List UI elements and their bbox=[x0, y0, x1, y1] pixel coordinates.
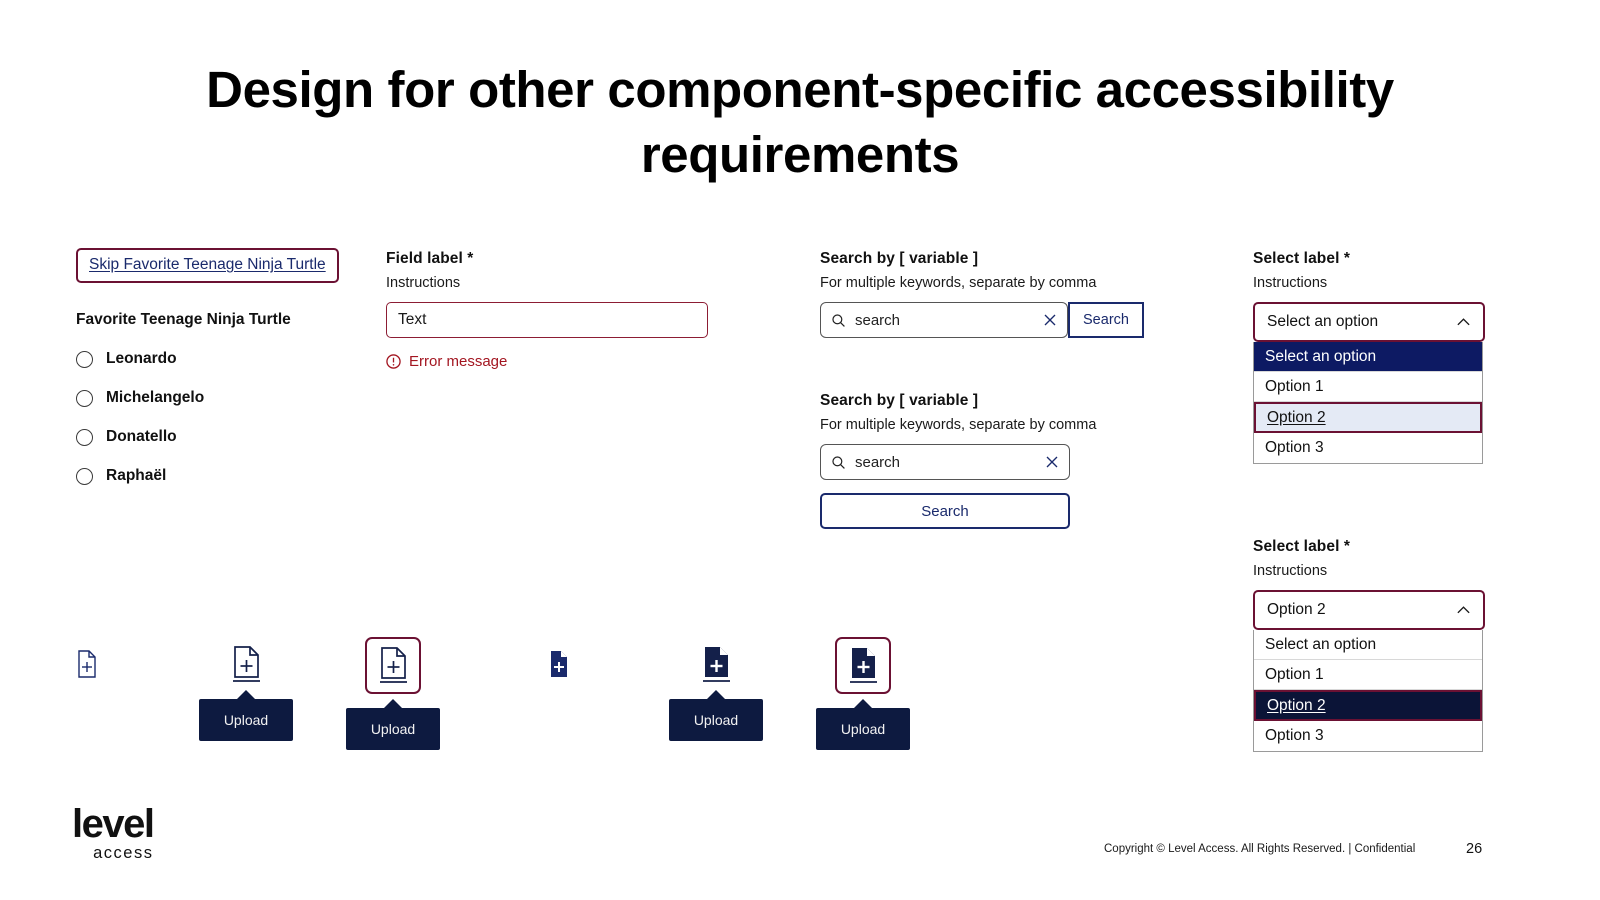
select-option[interactable]: Select an option bbox=[1254, 342, 1482, 372]
upload-icon-wrap bbox=[346, 637, 440, 694]
upload-button-outline-small[interactable] bbox=[76, 650, 98, 683]
radio-option-donatello[interactable]: Donatello bbox=[76, 428, 376, 446]
logo-wordmark: level bbox=[72, 802, 155, 846]
select-option[interactable]: Option 3 bbox=[1254, 433, 1482, 463]
select-option[interactable]: Option 1 bbox=[1254, 660, 1482, 690]
search-inline-label: Search by [ variable ] bbox=[820, 250, 979, 267]
radio-group-label: Favorite Teenage Ninja Turtle bbox=[76, 311, 291, 328]
page-title: Design for other component-specific acce… bbox=[206, 61, 1394, 183]
select-option[interactable]: Option 2 bbox=[1254, 402, 1482, 433]
select-first-section: Select label * Instructions Select an op… bbox=[1253, 250, 1493, 464]
upload-button-filled-small[interactable] bbox=[548, 650, 570, 683]
radio-circle-icon bbox=[76, 467, 93, 485]
upload-tooltip: Upload bbox=[346, 708, 440, 750]
radio-label: Raphaël bbox=[106, 467, 167, 484]
upload-button-outline-tooltip[interactable]: Upload bbox=[199, 645, 293, 741]
radio-circle-icon bbox=[76, 350, 93, 368]
search-button[interactable]: Search bbox=[1068, 302, 1144, 338]
radio-option-raphael[interactable]: Raphaël bbox=[76, 467, 376, 485]
upload-icon-wrap bbox=[199, 645, 293, 685]
select-second-value: Option 2 bbox=[1267, 601, 1326, 618]
upload-button-outline-focused[interactable]: Upload bbox=[346, 637, 440, 750]
close-icon[interactable] bbox=[1045, 455, 1059, 469]
search-stacked-instructions: For multiple keywords, separate by comma bbox=[820, 417, 1097, 433]
upload-tooltip: Upload bbox=[816, 708, 910, 750]
select-second-options: Select an option Option 1 Option 2 Optio… bbox=[1253, 630, 1483, 752]
select-second-control[interactable]: Option 2 bbox=[1253, 590, 1485, 630]
focus-ring bbox=[835, 637, 891, 694]
upload-button-filled-tooltip[interactable]: Upload bbox=[669, 645, 763, 741]
radio-option-michelangelo[interactable]: Michelangelo bbox=[76, 389, 376, 407]
select-second-section: Select label * Instructions Option 2 Sel… bbox=[1253, 538, 1493, 752]
radio-label: Michelangelo bbox=[106, 389, 205, 406]
upload-icon-wrap bbox=[669, 645, 763, 685]
select-first-value: Select an option bbox=[1267, 313, 1379, 330]
error-message-text: Error message bbox=[409, 353, 508, 370]
upload-tooltip: Upload bbox=[669, 699, 763, 741]
search-icon bbox=[832, 313, 845, 327]
radio-circle-icon bbox=[76, 428, 93, 446]
file-add-icon bbox=[703, 647, 730, 682]
select-option[interactable]: Option 2 bbox=[1254, 690, 1482, 721]
radio-group-section: Skip Favorite Teenage Ninja Turtle Favor… bbox=[76, 248, 376, 485]
text-input-value: Text bbox=[398, 311, 427, 328]
select-option[interactable]: Option 1 bbox=[1254, 372, 1482, 402]
radio-circle-icon bbox=[76, 389, 93, 407]
select-option[interactable]: Option 3 bbox=[1254, 721, 1482, 751]
select-first-label: Select label * bbox=[1253, 250, 1351, 267]
chevron-up-icon bbox=[1457, 606, 1470, 614]
search-inline-instructions: For multiple keywords, separate by comma bbox=[820, 275, 1097, 291]
file-add-icon bbox=[233, 646, 260, 682]
logo: level access bbox=[72, 802, 155, 863]
select-first-options: Select an option Option 1 Option 2 Optio… bbox=[1253, 342, 1483, 464]
skip-link[interactable]: Skip Favorite Teenage Ninja Turtle bbox=[89, 256, 326, 273]
search-input-placeholder: search bbox=[855, 311, 901, 329]
copyright-text: Copyright © Level Access. All Rights Res… bbox=[1104, 843, 1416, 855]
upload-button-filled-focused[interactable]: Upload bbox=[816, 637, 910, 750]
upload-icon-wrap bbox=[816, 637, 910, 694]
select-first-instructions: Instructions bbox=[1253, 275, 1328, 291]
close-icon[interactable] bbox=[1043, 313, 1057, 327]
file-add-icon bbox=[551, 651, 567, 677]
search-input[interactable]: search bbox=[820, 444, 1070, 480]
select-first-control[interactable]: Select an option bbox=[1253, 302, 1485, 342]
select-second-label: Select label * bbox=[1253, 538, 1351, 555]
search-inline-row: search Search bbox=[820, 302, 1160, 338]
file-add-icon bbox=[78, 650, 96, 678]
search-stacked-section: Search by [ variable ] For multiple keyw… bbox=[820, 392, 1160, 529]
focus-ring bbox=[365, 637, 421, 694]
radio-option-leonardo[interactable]: Leonardo bbox=[76, 350, 376, 368]
search-button[interactable]: Search bbox=[820, 493, 1070, 529]
page-number: 26 bbox=[1466, 841, 1483, 857]
slide-canvas: Design for other component-specific acce… bbox=[0, 0, 1600, 900]
search-inline-section: Search by [ variable ] For multiple keyw… bbox=[820, 250, 1160, 338]
radio-label: Leonardo bbox=[106, 350, 177, 367]
file-add-icon bbox=[380, 647, 407, 683]
search-input[interactable]: search bbox=[820, 302, 1068, 338]
search-icon bbox=[832, 455, 845, 469]
select-option[interactable]: Select an option bbox=[1254, 630, 1482, 660]
search-stacked-label: Search by [ variable ] bbox=[820, 392, 979, 409]
alert-circle-icon bbox=[386, 354, 401, 369]
skip-link-focus-ring[interactable]: Skip Favorite Teenage Ninja Turtle bbox=[76, 248, 339, 283]
upload-tooltip: Upload bbox=[199, 699, 293, 741]
text-field-section: Field label * Instructions Text Error me… bbox=[386, 250, 716, 370]
text-input[interactable]: Text bbox=[386, 302, 708, 338]
search-stacked-row: search bbox=[820, 444, 1160, 480]
text-field-instructions: Instructions bbox=[386, 275, 461, 291]
error-message-row: Error message bbox=[386, 353, 716, 370]
logo-subtext: access bbox=[93, 843, 154, 862]
radio-label: Donatello bbox=[106, 428, 177, 445]
file-add-icon bbox=[850, 648, 877, 683]
text-field-label: Field label * bbox=[386, 250, 474, 267]
search-input-placeholder: search bbox=[855, 453, 901, 471]
select-second-instructions: Instructions bbox=[1253, 563, 1328, 579]
chevron-up-icon bbox=[1457, 318, 1470, 326]
